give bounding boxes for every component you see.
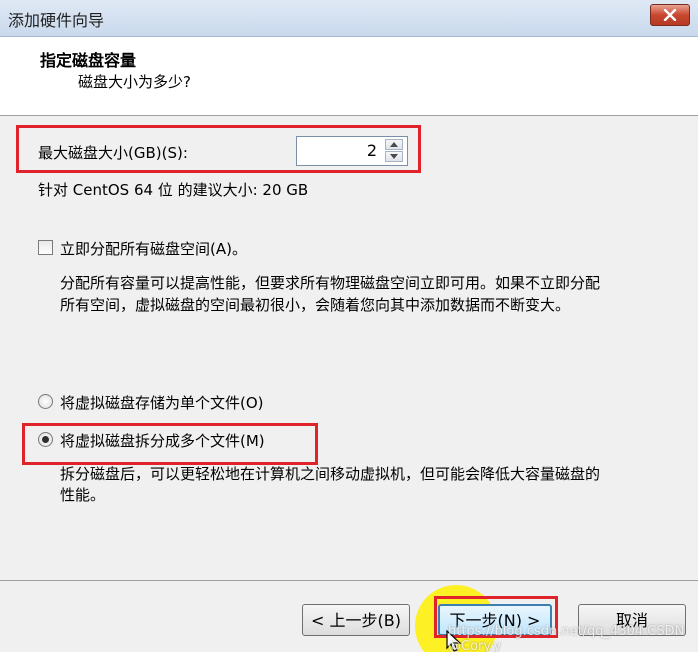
split-description-line2: 性能。 [60, 486, 106, 504]
back-button[interactable]: < 上一步(B) [302, 604, 410, 636]
close-x-icon [663, 9, 677, 21]
split-description-line1: 拆分磁盘后，可以更轻松地在计算机之间移动虚拟机，但可能会降低大容量磁盘的 [60, 465, 601, 483]
allocate-description-line1: 分配所有容量可以提高性能，但要求所有物理磁盘空间立即可用。如果不立即分配 [60, 274, 601, 292]
single-file-label: 将虚拟磁盘存储为单个文件(O) [60, 394, 264, 412]
allocate-all-label: 立即分配所有磁盘空间(A)。 [60, 240, 247, 258]
wizard-header: 指定磁盘容量 磁盘大小为多少? [0, 37, 698, 116]
close-button[interactable] [650, 4, 690, 26]
footer-divider [0, 580, 698, 581]
page-title: 指定磁盘容量 [40, 51, 137, 70]
annotation-box-disk-size [16, 125, 421, 173]
single-file-radio[interactable] [38, 394, 53, 409]
window-title: 添加硬件向导 [8, 11, 105, 30]
allocate-description-line2: 所有空间，虚拟磁盘的空间最初很小，会随着您向其中添加数据而不断变大。 [60, 296, 571, 314]
page-subtitle: 磁盘大小为多少? [78, 73, 191, 91]
recommended-size-text: 针对 CentOS 64 位 的建议大小: 20 GB [38, 181, 309, 199]
add-hardware-wizard-window: 添加硬件向导 指定磁盘容量 磁盘大小为多少? 最大磁盘大小(GB)(S): 2 … [0, 0, 698, 652]
allocate-all-checkbox[interactable] [38, 240, 53, 255]
title-bar: 添加硬件向导 [0, 0, 698, 37]
watermark-text: https://blog.csdn.net/qq_4304 CSDN @Cory… [448, 624, 685, 652]
annotation-box-split-files [22, 423, 318, 465]
